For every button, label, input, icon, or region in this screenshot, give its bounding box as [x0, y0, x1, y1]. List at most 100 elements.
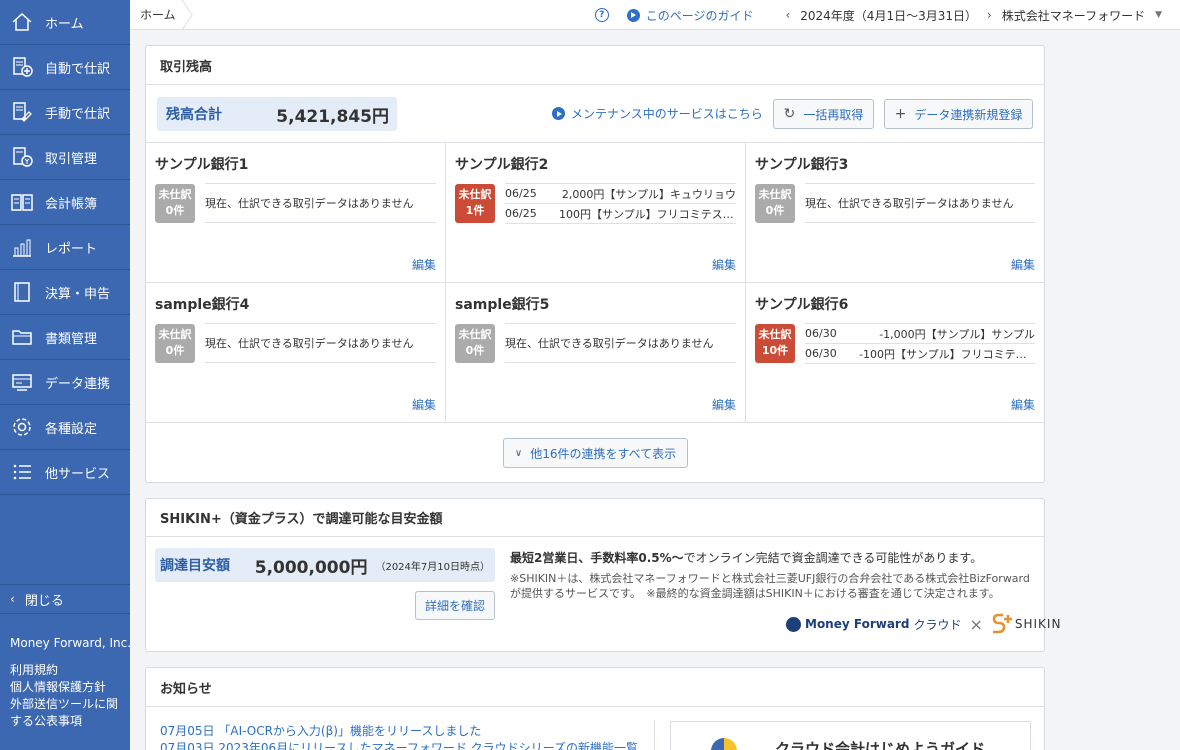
shikin-amount-note: （2024年7月10日時点） — [375, 561, 490, 573]
news-item[interactable]: 07月05日 「AI-OCRから入力(β)」機能をリリースしました — [160, 723, 638, 740]
shikin-lead: 最短2営業日、手数料率0.5%〜でオンライン完結で資金調達できる可能性があります… — [510, 549, 982, 566]
sidebar-item-4[interactable]: 会計帳簿 — [0, 180, 130, 225]
entry-text: -100円【サンプル】フリコミテスウリョウ — [859, 347, 1035, 361]
edit-link[interactable]: 編集 — [712, 396, 736, 413]
sidebar-item-6[interactable]: 決算・申告 — [0, 270, 130, 315]
sidebar-item-2[interactable]: 手動で仕訳 — [0, 90, 130, 135]
entry-row[interactable]: 06/30 -100円【サンプル】フリコミテスウリョウ — [805, 344, 1035, 364]
entry-row[interactable]: 06/30 -1,000円【サンプル】サンプル — [805, 324, 1035, 344]
home-icon — [10, 10, 34, 34]
play-icon — [626, 8, 640, 22]
refresh-all-label: 一括再取得 — [803, 107, 864, 122]
ledger-icon — [10, 190, 34, 214]
sidebar-item-0[interactable]: ホーム — [0, 0, 130, 45]
balance-total-box: 残高合計 5,421,845円 — [157, 97, 397, 131]
page-guide-label: このページのガイド — [645, 8, 754, 23]
balances-title: 取引残高 — [146, 46, 1044, 85]
closing-icon — [10, 280, 34, 304]
sidebar-item-label: ホーム — [45, 16, 84, 32]
bank-card: sample銀行4 未仕訳 0件 現在、仕訳できる取引データはありません 編集 — [146, 283, 446, 423]
next-year-icon[interactable]: › — [987, 8, 992, 22]
sidebar-item-label: 決算・申告 — [45, 286, 111, 302]
play-icon — [552, 107, 565, 120]
shikin-logo: SHIKIN — [991, 613, 1062, 635]
sidebar-item-label: 会計帳簿 — [45, 196, 98, 212]
sidebar-item-1[interactable]: 自動で仕訳 — [0, 45, 130, 90]
bank-name[interactable]: sample銀行5 — [455, 294, 736, 314]
topbar: ホーム ? このページのガイド ‹ 2024年度（4月1日〜3月31日） › 株… — [130, 0, 1180, 30]
page-guide-link[interactable]: このページのガイド — [626, 7, 754, 24]
list-icon — [10, 460, 34, 484]
edit-link[interactable]: 編集 — [1011, 256, 1035, 273]
sidebar-item-5[interactable]: レポート — [0, 225, 130, 270]
unjournaled-badge: 未仕訳 0件 — [155, 184, 195, 223]
footer-link[interactable]: 外部送信ツールに関する公表事項 — [10, 696, 126, 730]
show-all-button[interactable]: ∨ 他16件の連携をすべて表示 — [503, 438, 688, 468]
company-selector[interactable]: 株式会社マネーフォワード — [1002, 7, 1145, 24]
footer-link[interactable]: 個人情報保護方針 — [10, 679, 126, 696]
shikin-amount-box: 調達目安額 5,000,000円 （2024年7月10日時点） — [155, 548, 495, 582]
transaction-icon — [10, 145, 34, 169]
shikin-panel: SHIKIN+（資金プラス）で調達可能な目安金額 調達目安額 5,000,000… — [145, 498, 1060, 652]
sidebar-close-button[interactable]: ‹ 閉じる — [0, 584, 130, 614]
manual-journal-icon — [10, 100, 34, 124]
show-all-row: ∨ 他16件の連携をすべて表示 — [146, 423, 1044, 483]
prev-year-icon[interactable]: ‹ — [785, 8, 790, 22]
breadcrumb[interactable]: ホーム — [140, 0, 176, 30]
sidebar-item-label: 書類管理 — [45, 331, 98, 347]
refresh-all-button[interactable]: ↻ 一括再取得 — [773, 99, 874, 129]
shikin-amount-value: 5,000,000円 — [254, 557, 368, 578]
badge-count: 1件 — [465, 204, 485, 217]
badge-count: 0件 — [465, 344, 485, 357]
badge-label: 未仕訳 — [458, 328, 492, 341]
pie-chart-icon — [711, 738, 737, 750]
guide-card[interactable]: クラウド会計はじめようガイド — [670, 721, 1031, 750]
footer-link[interactable]: 利用規約 — [10, 662, 126, 679]
plus-icon: + — [894, 106, 907, 122]
edit-link[interactable]: 編集 — [1011, 396, 1035, 413]
sidebar: ホーム自動で仕訳手動で仕訳取引管理会計帳簿レポート決算・申告書類管理データ連携各… — [0, 0, 131, 750]
badge-label: 未仕訳 — [458, 188, 492, 201]
sidebar-item-8[interactable]: データ連携 — [0, 360, 130, 405]
entry-row[interactable]: 06/25 100円【サンプル】フリコミテスウリョウ — [505, 204, 736, 224]
news-item[interactable]: 07月03日 2023年06月にリリースしたマネーフォワード クラウドシリーズの… — [160, 740, 638, 750]
entry-date: 06/25 — [505, 187, 537, 200]
edit-link[interactable]: 編集 — [712, 256, 736, 273]
maintenance-link[interactable]: メンテナンス中のサービスはこちら — [552, 105, 763, 122]
shikin-note: ※SHIKIN＋は、株式会社マネーフォワードと株式会社三菱UFJ銀行の合弁会社で… — [510, 572, 1030, 600]
bank-name[interactable]: サンプル銀行3 — [755, 154, 1035, 174]
help-icon[interactable]: ? — [594, 8, 609, 22]
balances-panel: 取引残高 残高合計 5,421,845円 メンテナンス中のサービスはこちら ↻ 一… — [145, 45, 1045, 483]
empty-message: 現在、仕訳できる取引データはありません — [505, 323, 736, 363]
sidebar-item-10[interactable]: 他サービス — [0, 450, 130, 495]
sidebar-item-3[interactable]: 取引管理 — [0, 135, 130, 180]
guide-card-title: クラウド会計はじめようガイド — [775, 740, 986, 750]
unjournaled-badge: 未仕訳 0件 — [455, 324, 495, 363]
folder-icon — [10, 325, 34, 349]
unjournaled-badge: 未仕訳 10件 — [755, 324, 795, 363]
bank-name[interactable]: サンプル銀行6 — [755, 294, 1035, 314]
caret-down-icon[interactable]: ▼ — [1155, 10, 1162, 20]
money-forward-logo: Money Forward クラウド — [786, 616, 961, 633]
sidebar-item-7[interactable]: 書類管理 — [0, 315, 130, 360]
add-data-link-button[interactable]: + データ連携新規登録 — [884, 99, 1033, 129]
badge-count: 0件 — [165, 204, 185, 217]
shikin-logo-text: SHIKIN — [1014, 617, 1062, 631]
sidebar-item-9[interactable]: 各種設定 — [0, 405, 130, 450]
money-forward-logo-text: Money Forward — [805, 617, 910, 631]
maintenance-label: メンテナンス中のサービスはこちら — [571, 107, 763, 121]
shikin-lead-rest: でオンライン完結で資金調達できる可能性があります。 — [683, 551, 983, 565]
topbar-right: ? このページのガイド ‹ 2024年度（4月1日〜3月31日） › 株式会社マ… — [594, 0, 1162, 30]
sidebar-item-label: 自動で仕訳 — [45, 61, 111, 77]
entry-row[interactable]: 06/25 2,000円【サンプル】キュウリョウ — [505, 184, 736, 204]
bank-name[interactable]: サンプル銀行1 — [155, 154, 436, 174]
bank-name[interactable]: サンプル銀行2 — [455, 154, 736, 174]
entry-text: -1,000円【サンプル】サンプル — [879, 327, 1035, 341]
refresh-icon: ↻ — [783, 106, 796, 122]
edit-link[interactable]: 編集 — [412, 396, 436, 413]
sidebar-item-label: 取引管理 — [45, 151, 98, 167]
bank-card: サンプル銀行2 未仕訳 1件 06/25 2,000円【サンプル】キュウリョウ 06/25… — [446, 143, 746, 283]
shikin-detail-button[interactable]: 詳細を確認 — [415, 591, 495, 620]
edit-link[interactable]: 編集 — [412, 256, 436, 273]
bank-name[interactable]: sample銀行4 — [155, 294, 436, 314]
